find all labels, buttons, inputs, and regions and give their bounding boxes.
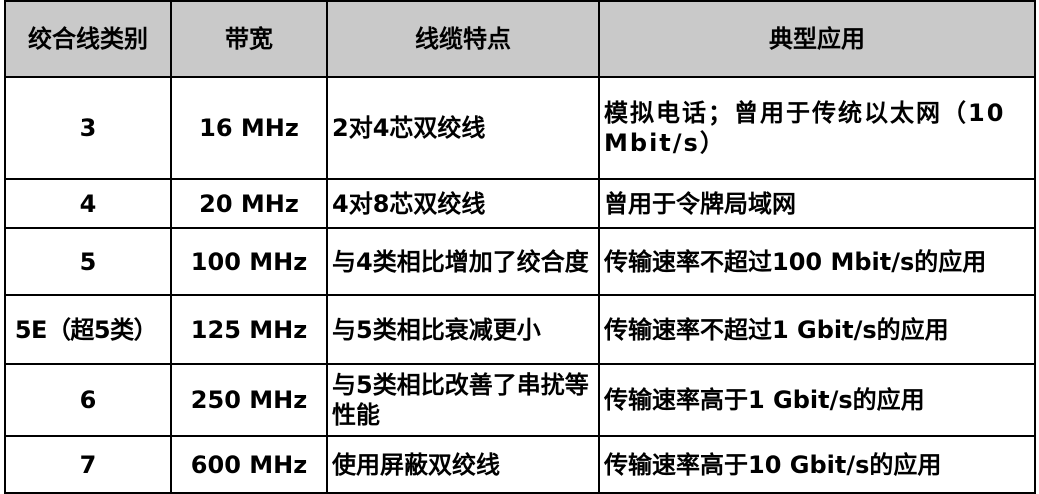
table-row: 4 20 MHz 4对8芯双绞线 曾用于令牌局域网 [4,178,1036,229]
application-cell: 传输速率不超过1 Gbit/s的应用 [598,294,1036,365]
header-feature: 线缆特点 [326,0,600,78]
application-cell: 传输速率高于1 Gbit/s的应用 [598,363,1036,437]
table-row: 5E（超5类） 125 MHz 与5类相比衰减更小 传输速率不超过1 Gbit/… [4,294,1036,365]
category-cell: 3 [4,76,172,180]
table-row: 6 250 MHz 与5类相比改善了串扰等性能 传输速率高于1 Gbit/s的应… [4,363,1036,437]
bandwidth-cell: 100 MHz [170,227,328,296]
category-cell: 7 [4,435,172,494]
bandwidth-cell: 125 MHz [170,294,328,365]
twisted-pair-category-table: 绞合线类别 带宽 线缆特点 典型应用 3 16 MHz 2对4芯双绞线 模拟电话… [4,0,1036,494]
application-cell: 模拟电话；曾用于传统以太网（10 Mbit/s） [598,76,1036,180]
feature-cell: 与4类相比增加了绞合度 [326,227,600,296]
feature-cell: 2对4芯双绞线 [326,76,600,180]
bandwidth-cell: 250 MHz [170,363,328,437]
table-row: 7 600 MHz 使用屏蔽双绞线 传输速率高于10 Gbit/s的应用 [4,435,1036,494]
category-cell: 5E（超5类） [4,294,172,365]
bandwidth-cell: 16 MHz [170,76,328,180]
category-cell: 5 [4,227,172,296]
feature-cell: 使用屏蔽双绞线 [326,435,600,494]
application-cell: 曾用于令牌局域网 [598,178,1036,229]
bandwidth-cell: 600 MHz [170,435,328,494]
application-cell: 传输速率不超过100 Mbit/s的应用 [598,227,1036,296]
header-application: 典型应用 [598,0,1036,78]
category-cell: 6 [4,363,172,437]
header-category: 绞合线类别 [4,0,172,78]
feature-cell: 4对8芯双绞线 [326,178,600,229]
feature-cell: 与5类相比衰减更小 [326,294,600,365]
category-cell: 4 [4,178,172,229]
table-row: 5 100 MHz 与4类相比增加了绞合度 传输速率不超过100 Mbit/s的… [4,227,1036,296]
bandwidth-cell: 20 MHz [170,178,328,229]
feature-cell: 与5类相比改善了串扰等性能 [326,363,600,437]
header-row: 绞合线类别 带宽 线缆特点 典型应用 [4,0,1036,78]
application-cell: 传输速率高于10 Gbit/s的应用 [598,435,1036,494]
table-row: 3 16 MHz 2对4芯双绞线 模拟电话；曾用于传统以太网（10 Mbit/s… [4,76,1036,180]
header-bandwidth: 带宽 [170,0,328,78]
